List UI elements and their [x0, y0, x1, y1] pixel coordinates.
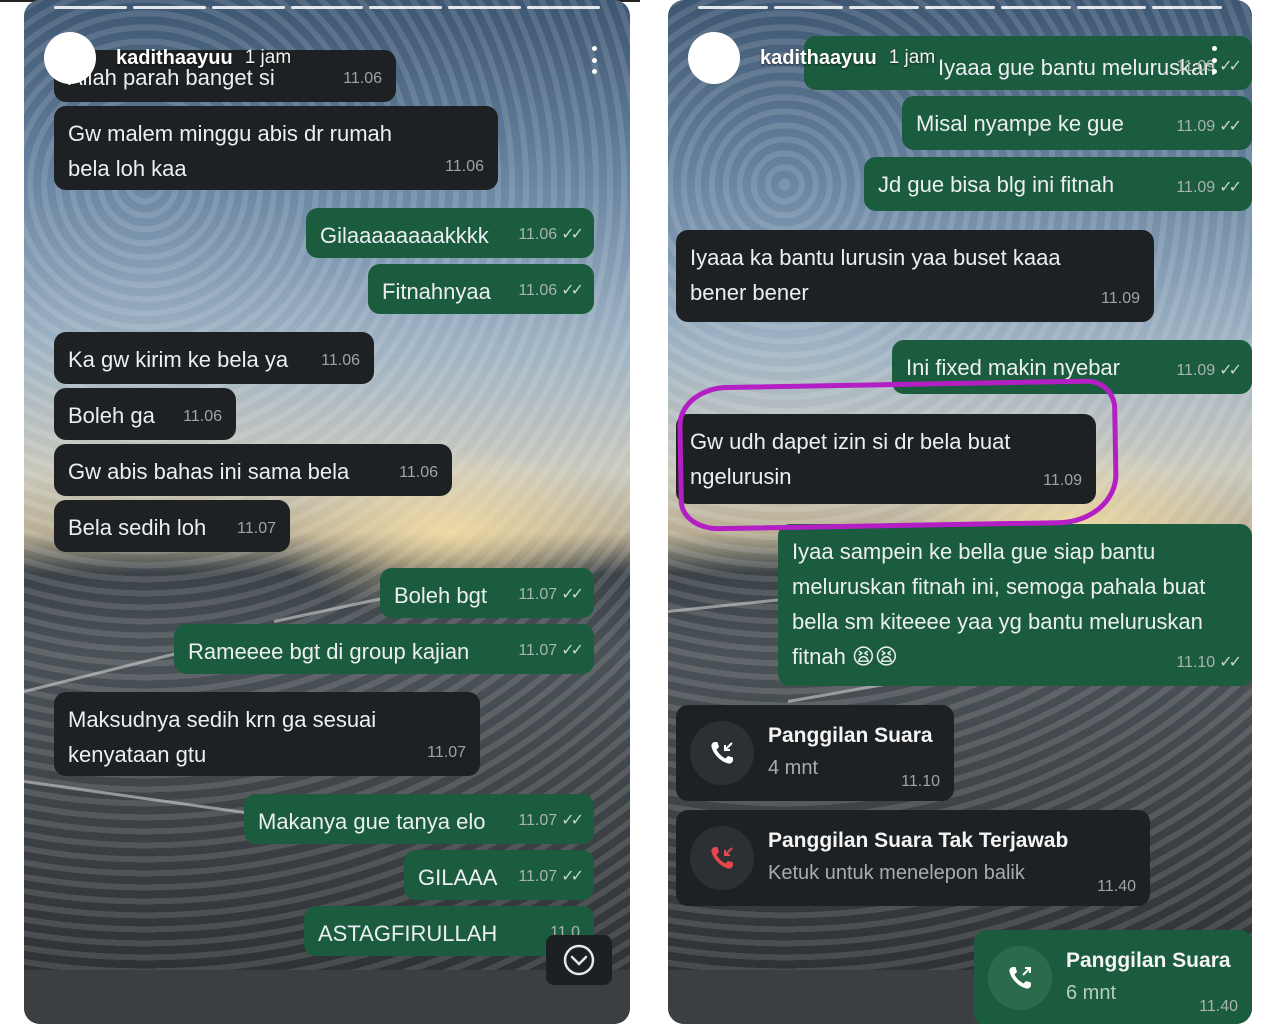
story-time: 1 jam	[244, 47, 292, 68]
message-bubble: Misal nyampe ke gue 11.09 ✓✓	[902, 96, 1252, 150]
story-header: kadithaayuu 1 jam	[688, 32, 1232, 84]
message-text: Misal nyampe ke gue	[916, 111, 1124, 136]
story-panel-left: Allah parah banget si 11.06 kadithaayuu …	[24, 0, 630, 1024]
message-text: Jd gue bisa blg ini fitnah	[878, 172, 1115, 197]
message-bubble: Rameeee bgt di group kajian 11.07 ✓✓	[174, 624, 594, 674]
message-time: 11.10	[1176, 654, 1216, 671]
message-time: 11.40	[1199, 998, 1238, 1015]
story-progress	[54, 6, 601, 9]
message-time: 11.06	[321, 352, 360, 369]
message-text: Rameeee bgt di group kajian	[188, 639, 470, 664]
chevron-down-icon	[563, 944, 595, 976]
read-ticks-icon: ✓✓	[561, 642, 584, 659]
story-progress	[698, 6, 1223, 9]
incoming-call-icon	[690, 721, 754, 785]
read-ticks-icon: ✓✓	[561, 868, 584, 885]
message-text: Gilaaaaaaaakkkk	[320, 223, 489, 248]
message-bubble: Fitnahnyaa 11.06 ✓✓	[368, 264, 594, 314]
read-ticks-icon: ✓✓	[1219, 362, 1242, 379]
read-ticks-icon: ✓✓	[1219, 179, 1242, 196]
message-text: Gw abis bahas ini sama bela	[68, 459, 350, 484]
message-text: Iyaa sampein ke bella gue siap bantu mel…	[792, 539, 1212, 669]
message-text: Ka gw kirim ke bela ya	[68, 347, 289, 372]
message-bubble: Bela sedih loh 11.07	[54, 500, 290, 552]
message-time: 11.09	[1101, 290, 1140, 307]
message-time: 11.40	[1097, 878, 1136, 895]
message-text: ASTAGFIRULLAH	[318, 921, 498, 946]
message-time: 11.09	[1176, 179, 1216, 196]
message-bubble: Gilaaaaaaaakkkk 11.06 ✓✓	[306, 208, 594, 258]
missed-call-icon	[690, 826, 754, 890]
read-ticks-icon: ✓✓	[561, 226, 584, 243]
message-bubble: Boleh bgt 11.07 ✓✓	[380, 568, 594, 618]
more-options-icon[interactable]	[1210, 46, 1218, 74]
message-text: Gw malem minggu abis dr rumah bela loh k…	[68, 121, 399, 181]
read-ticks-icon: ✓✓	[561, 812, 584, 829]
story-username[interactable]: kadithaayuu	[760, 47, 877, 70]
message-time: 11.06	[399, 464, 438, 481]
message-bubble: Iyaaa ka bantu lurusin yaa buset kaaa be…	[676, 230, 1154, 322]
missed-call-bubble[interactable]: Panggilan Suara Tak Terjawab Ketuk untuk…	[676, 810, 1150, 906]
message-bubble: Jd gue bisa blg ini fitnah 11.09 ✓✓	[864, 157, 1252, 211]
message-text: Makanya gue tanya elo	[258, 809, 486, 834]
outgoing-call-icon	[988, 946, 1052, 1010]
story-time: 1 jam	[888, 47, 936, 68]
message-bubble: Maksudnya sedih krn ga sesuai kenyataan …	[54, 692, 480, 776]
message-time: 11.06	[445, 158, 484, 175]
message-text: Maksudnya sedih krn ga sesuai kenyataan …	[68, 707, 383, 767]
message-bubble: Boleh ga 11.06	[54, 388, 236, 440]
message-bubble: Gw abis bahas ini sama bela 11.06	[54, 444, 452, 496]
scroll-down-button[interactable]	[546, 935, 612, 985]
avatar[interactable]	[44, 32, 96, 84]
read-ticks-icon: ✓✓	[1219, 118, 1242, 135]
message-text: GILAAA	[418, 865, 498, 890]
call-title: Panggilan Suara	[768, 724, 933, 747]
message-bubble: GILAAA 11.07 ✓✓	[404, 850, 594, 900]
message-text: Boleh ga	[68, 403, 155, 428]
message-time: 11.06	[518, 282, 558, 299]
message-text: Bela sedih loh	[68, 515, 207, 540]
message-time: 11.07	[518, 868, 558, 885]
message-time: 11.06	[183, 408, 222, 425]
message-text: Fitnahnyaa	[382, 279, 491, 304]
voice-call-bubble[interactable]: Panggilan Suara 6 mnt 11.40	[974, 930, 1252, 1024]
message-bubble: Iyaa sampein ke bella gue siap bantu mel…	[778, 524, 1252, 686]
purple-highlight-circle	[676, 378, 1120, 532]
message-bubble: Makanya gue tanya elo 11.07 ✓✓	[244, 794, 594, 844]
message-time: 11.07	[518, 812, 558, 829]
message-bubble: Ka gw kirim ke bela ya 11.06	[54, 332, 374, 384]
call-callback-hint: Ketuk untuk menelepon balik	[768, 862, 1025, 884]
story-username[interactable]: kadithaayuu	[116, 47, 233, 70]
message-time: 11.07	[427, 744, 466, 761]
message-time: 11.10	[901, 773, 940, 790]
call-title: Panggilan Suara Tak Terjawab	[768, 829, 1069, 852]
voice-call-bubble[interactable]: Panggilan Suara 4 mnt 11.10	[676, 705, 954, 801]
more-options-icon[interactable]	[590, 46, 598, 74]
call-title: Panggilan Suara	[1066, 949, 1231, 972]
message-text: Ini fixed makin nyebar	[906, 355, 1120, 380]
message-text: Iyaaa ka bantu lurusin yaa buset kaaa be…	[690, 245, 1067, 305]
read-ticks-icon: ✓✓	[1219, 654, 1242, 671]
message-time: 11.07	[237, 520, 276, 537]
read-ticks-icon: ✓✓	[561, 282, 584, 299]
message-time: 11.09	[1176, 118, 1216, 135]
message-time: 11.07	[518, 586, 558, 603]
message-text: Boleh bgt	[394, 583, 487, 608]
message-time: 11.09	[1176, 362, 1216, 379]
read-ticks-icon: ✓✓	[561, 586, 584, 603]
message-time: 11.06	[518, 226, 558, 243]
message-bubble: Gw malem minggu abis dr rumah bela loh k…	[54, 106, 498, 190]
avatar[interactable]	[688, 32, 740, 84]
message-time: 11.07	[518, 642, 558, 659]
story-header: kadithaayuu 1 jam	[44, 32, 610, 84]
